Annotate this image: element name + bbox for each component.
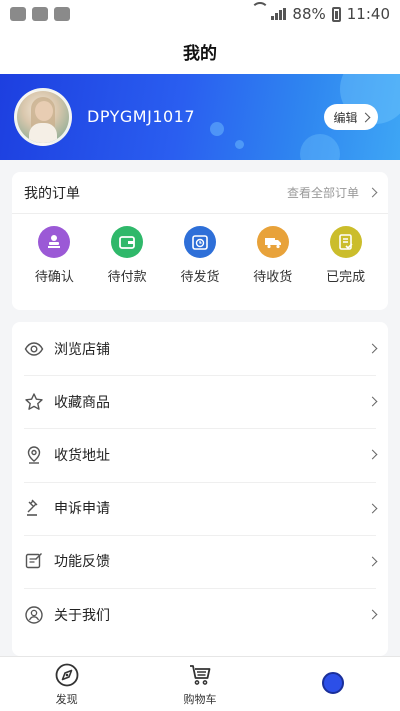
user-circle-icon bbox=[24, 605, 44, 625]
menu-item-appeals[interactable]: 申诉申请 bbox=[12, 481, 388, 535]
menu-item-about-us[interactable]: 关于我们 bbox=[12, 587, 388, 641]
order-status-pending-receipt[interactable]: 待收货 bbox=[242, 226, 304, 285]
view-all-orders-link[interactable]: 查看全部订单 bbox=[286, 184, 378, 201]
chevron-right-icon bbox=[367, 503, 378, 514]
avatar[interactable] bbox=[14, 88, 72, 146]
tab-profile[interactable] bbox=[267, 657, 400, 711]
orders-card: 我的订单 查看全部订单 待确认 待付款 待发货 待收货 已完成 bbox=[12, 172, 388, 310]
username: DPYGMJ1017 bbox=[87, 107, 196, 126]
menu-item-favorites[interactable]: 收藏商品 bbox=[12, 375, 388, 428]
wallet-icon bbox=[111, 226, 144, 258]
menu-item-browse-stores[interactable]: 浏览店铺 bbox=[12, 322, 388, 375]
menu-item-feedback[interactable]: 功能反馈 bbox=[12, 534, 388, 588]
tab-label: 购物车 bbox=[183, 692, 217, 706]
bottom-tab-bar: 发现 购物车 bbox=[0, 656, 400, 711]
wifi-icon bbox=[251, 8, 265, 20]
menu-list: 浏览店铺 收藏商品 收货地址 申诉申请 功能反馈 关于我们 bbox=[12, 322, 388, 656]
edit-label: 编辑 bbox=[333, 110, 358, 125]
chevron-right-icon bbox=[367, 556, 378, 567]
status-bar: 88% 11:40 bbox=[0, 0, 400, 28]
tab-cart[interactable]: 购物车 bbox=[133, 657, 266, 711]
battery-percent: 88% bbox=[292, 5, 326, 23]
stamp-icon bbox=[38, 226, 71, 258]
image-icon bbox=[32, 7, 48, 21]
profile-icon bbox=[320, 670, 346, 696]
chevron-right-icon bbox=[367, 609, 378, 620]
menu-item-label: 收藏商品 bbox=[54, 394, 110, 411]
location-icon bbox=[24, 445, 44, 465]
chevron-right-icon bbox=[367, 396, 378, 407]
profile-banner: DPYGMJ1017 编辑 bbox=[0, 74, 400, 160]
wechat-icon bbox=[10, 7, 26, 21]
decor-bubble bbox=[210, 122, 224, 136]
decor-bubble bbox=[235, 140, 244, 149]
page-title: 我的 bbox=[0, 28, 400, 74]
clock: 11:40 bbox=[346, 5, 390, 23]
chevron-right-icon bbox=[360, 112, 370, 122]
star-icon bbox=[24, 392, 44, 412]
menu-item-label: 关于我们 bbox=[54, 607, 110, 624]
signal-icon bbox=[271, 8, 287, 20]
feedback-icon bbox=[24, 551, 44, 571]
order-status-label: 待发货 bbox=[180, 270, 220, 285]
menu-item-label: 申诉申请 bbox=[54, 501, 110, 518]
chevron-right-icon bbox=[367, 450, 378, 460]
chevron-right-icon bbox=[367, 187, 378, 198]
order-status-label: 待确认 bbox=[34, 270, 74, 285]
order-status-pending-payment[interactable]: 待付款 bbox=[96, 226, 158, 285]
compass-icon bbox=[54, 662, 80, 688]
menu-item-addresses[interactable]: 收货地址 bbox=[12, 428, 388, 481]
cart-icon bbox=[187, 662, 213, 688]
package-clock-icon bbox=[183, 226, 216, 258]
menu-item-label: 浏览店铺 bbox=[54, 341, 110, 358]
edit-profile-button[interactable]: 编辑 bbox=[324, 104, 378, 130]
order-status-label: 待收货 bbox=[253, 270, 293, 285]
tab-discover[interactable]: 发现 bbox=[0, 657, 133, 711]
truck-icon bbox=[256, 226, 289, 258]
menu-item-label: 收货地址 bbox=[54, 447, 110, 464]
tab-label: 发现 bbox=[55, 692, 78, 706]
order-status-row: 待确认 待付款 待发货 待收货 已完成 bbox=[12, 214, 388, 285]
menu-item-label: 功能反馈 bbox=[54, 554, 110, 571]
decor-bubble bbox=[300, 134, 340, 160]
order-status-label: 已完成 bbox=[326, 270, 366, 285]
battery-icon bbox=[331, 6, 341, 22]
notification-icons bbox=[10, 7, 70, 21]
orders-header: 我的订单 查看全部订单 bbox=[12, 172, 388, 214]
view-all-label: 查看全部订单 bbox=[286, 186, 359, 200]
eye-icon bbox=[24, 339, 44, 359]
checklist-icon bbox=[329, 226, 362, 258]
order-status-pending-shipment[interactable]: 待发货 bbox=[169, 226, 231, 285]
order-status-pending-confirm[interactable]: 待确认 bbox=[23, 226, 85, 285]
order-status-completed[interactable]: 已完成 bbox=[315, 226, 377, 285]
orders-title: 我的订单 bbox=[24, 185, 80, 202]
message-icon bbox=[54, 7, 70, 21]
gavel-icon bbox=[24, 498, 44, 518]
chevron-right-icon bbox=[367, 343, 378, 354]
order-status-label: 待付款 bbox=[107, 270, 147, 285]
